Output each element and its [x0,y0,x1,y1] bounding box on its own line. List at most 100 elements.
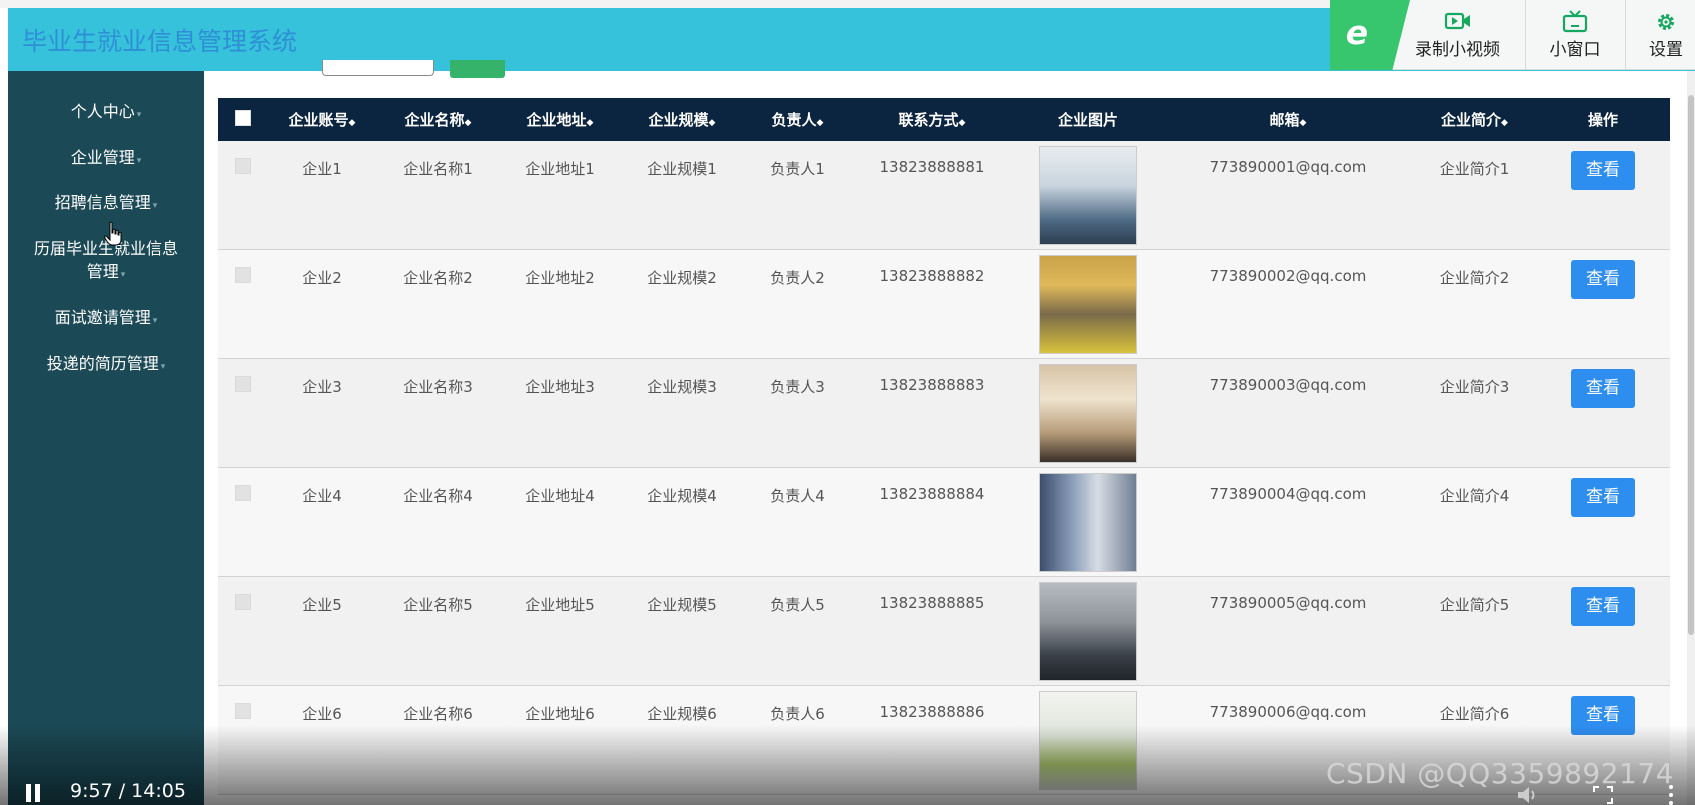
table-row: 企业5 企业名称5 企业地址5 企业规模5 负责人5 13823888885 7738900… [218,576,1670,686]
cell-intro: 企业简介4 [1439,487,1510,505]
column-header-name[interactable]: 企业名称◆ [376,98,500,141]
sidebar-item-company-management[interactable]: 企业管理 ▾ [8,146,204,173]
cell-address: 企业地址1 [525,160,595,178]
cell-name: 企业名称1 [403,160,473,178]
cell-scale: 企业规模4 [647,487,717,505]
search-button[interactable] [450,60,505,78]
cell-email: 773890001@qq.com [1209,158,1367,176]
toolbar-divider [1625,0,1626,70]
table-row: 企业4 企业名称4 企业地址4 企业规模4 负责人4 13823888884 7738900… [218,467,1670,577]
cell-name: 企业名称4 [403,487,473,505]
table-row: 企业1 企业名称1 企业地址1 企业规模1 负责人1 13823888881 7738900… [218,141,1670,250]
cell-scale: 企业规模2 [647,269,717,287]
cell-image [1013,250,1163,359]
column-header-account[interactable]: 企业账号◆ [268,98,376,141]
cell-owner: 负责人1 [770,160,825,178]
sidebar-item-personal-center[interactable]: 个人中心 ▾ [8,100,204,127]
fullscreen-icon[interactable] [1592,785,1614,805]
cell-name: 企业名称2 [403,269,473,287]
cell-action: 查看 [1536,359,1670,468]
company-image[interactable] [1039,364,1137,463]
cell-action: 查看 [1536,141,1670,250]
cell-account: 企业4 [302,487,342,505]
cell-account: 企业1 [302,160,342,178]
column-header-phone[interactable]: 联系方式◆ [851,98,1013,141]
sort-icon: ◆ [958,118,966,128]
search-input[interactable] [322,60,434,76]
column-header-intro[interactable]: 企业简介◆ [1413,98,1536,141]
cell-phone: 13823888882 [879,267,985,285]
select-all-checkbox[interactable] [235,109,251,126]
sort-icon: ◆ [816,118,824,128]
row-checkbox[interactable] [235,594,251,610]
cell-email: 773890002@qq.com [1209,267,1367,285]
view-button[interactable]: 查看 [1571,151,1635,190]
mini-window-button[interactable]: 小窗口 [1535,0,1615,70]
view-button[interactable]: 查看 [1571,369,1635,408]
mini-window-label: 小窗口 [1549,40,1601,60]
cell-phone: 13823888881 [879,158,985,176]
sidebar-item-recruitment-management[interactable]: 招聘信息管理 ▾ [8,191,204,218]
cell-image [1013,359,1163,468]
cell-action: 查看 [1536,468,1670,577]
column-header-scale[interactable]: 企业规模◆ [620,98,744,141]
select-all-checkbox-cell[interactable] [218,98,268,141]
sidebar-item-interview-invitation[interactable]: 面试邀请管理 ▾ [8,306,204,333]
cell-account: 企业5 [302,596,342,614]
column-header-email[interactable]: 邮箱◆ [1163,98,1413,141]
row-checkbox[interactable] [235,158,251,174]
playback-time: 9:57 / 14:05 [70,780,186,802]
row-checkbox[interactable] [235,485,251,501]
app-window: 毕业生就业信息管理系统 个人中心 ▾ 企业管理 ▾ 招聘信息管理 ▾ 历届毕业生就业信… [0,0,1695,805]
company-image[interactable] [1039,146,1137,245]
cell-intro: 企业简介5 [1439,596,1510,614]
more-options-icon[interactable] [1668,782,1678,805]
view-button[interactable]: 查看 [1571,260,1635,299]
sidebar-item-submitted-resumes[interactable]: 投递的简历管理 ▾ [8,352,204,379]
view-button[interactable]: 查看 [1571,478,1635,517]
cell-account: 企业2 [302,269,342,287]
cell-phone: 13823888883 [879,376,985,394]
table-header-row: 企业账号◆ 企业名称◆ 企业地址◆ 企业规模◆ 负责人◆ 联系方式◆ 企业图片 … [218,98,1670,141]
row-checkbox-cell[interactable] [218,250,268,359]
row-checkbox[interactable] [235,703,251,719]
cell-phone: 13823888885 [879,594,985,612]
settings-button[interactable]: 设置 [1640,0,1692,70]
sidebar-item-label: 招聘信息管理 [54,193,151,212]
volume-icon[interactable] [1516,785,1542,805]
row-checkbox-cell[interactable] [218,468,268,577]
company-image[interactable] [1039,473,1137,572]
row-checkbox[interactable] [235,267,251,283]
cell-owner: 负责人5 [770,596,825,614]
chevron-down-icon: ▾ [160,362,166,372]
chevron-down-icon: ▾ [136,110,142,120]
record-video-button[interactable]: 录制小视频 [1400,0,1515,70]
cell-email: 773890004@qq.com [1209,485,1367,503]
company-image[interactable] [1039,255,1137,354]
cell-scale: 企业规模3 [647,378,717,396]
row-checkbox-cell[interactable] [218,359,268,468]
sidebar: 个人中心 ▾ 企业管理 ▾ 招聘信息管理 ▾ 历届毕业生就业信息 管理 ▾ 面试邀请管理… [8,71,204,805]
pause-icon[interactable] [26,784,42,802]
scrollbar-thumb[interactable] [1688,95,1694,635]
row-checkbox[interactable] [235,376,251,392]
cell-owner: 负责人2 [770,269,825,287]
column-header-owner[interactable]: 负责人◆ [744,98,851,141]
cell-action: 查看 [1536,577,1670,686]
row-checkbox-cell[interactable] [218,577,268,686]
sort-icon: ◆ [1299,118,1307,128]
chevron-down-icon: ▾ [152,316,158,326]
cell-phone: 13823888884 [879,485,985,503]
sidebar-item-label: 企业管理 [70,148,135,167]
cell-address: 企业地址3 [525,378,595,396]
sidebar-item-label: 面试邀请管理 [54,308,151,327]
cell-email: 773890003@qq.com [1209,376,1367,394]
cell-name: 企业名称3 [403,378,473,396]
cell-image [1013,468,1163,577]
company-image[interactable] [1039,582,1137,681]
sidebar-item-label-line2: 管理 ▾ [86,262,126,281]
app-title: 毕业生就业信息管理系统 [22,27,298,56]
row-checkbox-cell[interactable] [218,141,268,250]
view-button[interactable]: 查看 [1571,587,1635,626]
column-header-address[interactable]: 企业地址◆ [500,98,620,141]
